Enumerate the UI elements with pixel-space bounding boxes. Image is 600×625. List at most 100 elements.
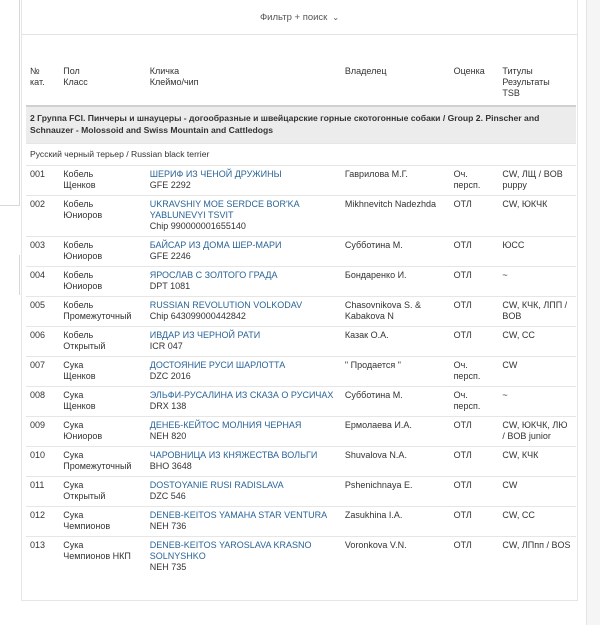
dog-name-link[interactable]: DOSTOYANIE RUSI RADISLAVA — [150, 480, 337, 491]
dog-name-link[interactable]: БАЙСАР ИЗ ДОМА ШЕР-МАРИ — [150, 240, 337, 251]
catalog-number: 009 — [30, 420, 46, 430]
titles-value: ~ — [502, 390, 508, 400]
cell-titles: CW, КЧК — [498, 446, 576, 477]
breed-title: Русский черный терьер / Russian black te… — [26, 143, 576, 166]
dog-name-link[interactable]: DENEB-KEITOS YAMAHA STAR VENTURA — [150, 510, 337, 521]
cell-grade: Оч. персп. — [449, 356, 499, 387]
table-row: 013 Сука Чемпионов НКП DENEB-KEITOS YAROSLA… — [26, 536, 576, 577]
dog-name-link[interactable]: ШЕРИФ ИЗ ЧЕНОЙ ДРУЖИНЫ — [150, 169, 337, 180]
cell-num: 009 — [26, 416, 60, 447]
cell-num: 011 — [26, 476, 60, 507]
cell-sex-class: Кобель Открытый — [59, 326, 146, 357]
dog-class: Юниоров — [63, 431, 103, 441]
catalog-number: 006 — [30, 330, 46, 340]
dog-class: Щенков — [63, 180, 96, 190]
dog-name-link[interactable]: ДЕНЕБ-КЕЙТОС МОЛНИЯ ЧЕРНАЯ — [150, 420, 337, 431]
cell-num: 007 — [26, 356, 60, 387]
dog-chip: Chip 643099000442842 — [149, 311, 246, 321]
dog-sex: Сука — [63, 450, 84, 460]
cell-sex-class: Кобель Юниоров — [59, 266, 146, 297]
filter-label: Фильтр + поиск — [259, 11, 328, 23]
cell-sex-class: Сука Чемпионов — [59, 506, 146, 537]
dog-sex: Кобель — [63, 240, 94, 250]
dog-name-link[interactable]: DENEB-KEITOS YAROSLAVA KRASNO SOLNYSHKO — [150, 540, 337, 562]
dog-sex: Кобель — [63, 270, 94, 280]
cell-name: ДЕНЕБ-КЕЙТОС МОЛНИЯ ЧЕРНАЯ NEH 820 — [145, 416, 341, 447]
cell-owner: Pshenichnaya E. — [340, 476, 450, 507]
dog-chip: Chip 990000001655140 — [149, 221, 246, 231]
table-header-row: № кат. Пол Класс Кличка Клеймо/чип Владелец… — [26, 64, 576, 107]
grade-value: ОТЛ — [453, 240, 472, 250]
owner-name: Ермолаева И.А. — [344, 420, 412, 430]
table-row: 010 Сука Промежуточный ЧАРОВНИЦА ИЗ КНЯЖЕСТ… — [26, 446, 576, 477]
catalog-number: 001 — [30, 169, 46, 179]
dog-sex: Сука — [63, 390, 84, 400]
cell-sex-class: Сука Щенков — [59, 356, 146, 387]
owner-name: Zasukhina I.A. — [344, 510, 403, 520]
catalog-number: 004 — [30, 270, 46, 280]
cell-name: UKRAVSHIY MOE SERDCE BOR'KA YABLUNEVYI T… — [145, 195, 341, 237]
cell-num: 013 — [26, 536, 60, 577]
dog-sex: Сука — [63, 510, 84, 520]
owner-name: Mikhnevitch Nadezhda — [344, 199, 436, 209]
cell-grade: ОТЛ — [449, 446, 499, 477]
cell-grade: ОТЛ — [449, 506, 499, 537]
cell-grade: ОТЛ — [449, 236, 499, 267]
cell-owner: Mikhnevitch Nadezhda — [340, 195, 450, 237]
dog-sex: Сука — [63, 480, 84, 490]
cell-num: 004 — [26, 266, 60, 297]
dog-name-link[interactable]: ЭЛЬФИ-РУСАЛИНА ИЗ СКАЗА О РУСИЧАХ — [150, 390, 337, 401]
dog-name-link[interactable]: ЧАРОВНИЦА ИЗ КНЯЖЕСТВА ВОЛЬГИ — [150, 450, 337, 461]
breed-row: Русский черный терьер / Russian black te… — [26, 143, 576, 166]
cell-num: 003 — [26, 236, 60, 267]
grade-value: Оч. персп. — [453, 169, 481, 190]
dog-name-link[interactable]: UKRAVSHIY MOE SERDCE BOR'KA YABLUNEVYI T… — [150, 199, 337, 221]
dog-name-link[interactable]: ИВДАР ИЗ ЧЕРНОЙ РАТИ — [150, 330, 337, 341]
cell-grade: ОТЛ — [449, 296, 499, 327]
table-row: 009 Сука Юниоров ДЕНЕБ-КЕЙТОС МОЛНИЯ ЧЕРНАЯ… — [26, 416, 576, 447]
titles-value: CW, ЛЩ / BOB puppy — [502, 169, 563, 190]
cell-owner: Chasovnikova S. & Kabakova N — [340, 296, 450, 327]
cell-sex-class: Сука Чемпионов НКП — [59, 536, 146, 577]
dog-class: Юниоров — [63, 251, 103, 261]
cell-name: DENEB-KEITOS YAMAHA STAR VENTURA NEH 736 — [145, 506, 341, 537]
table-row: 012 Сука Чемпионов DENEB-KEITOS YAMAHA STAR… — [26, 506, 576, 537]
dog-class: Открытый — [63, 341, 106, 351]
table-row: 008 Сука Щенков ЭЛЬФИ-РУСАЛИНА ИЗ СКАЗА О Р… — [26, 386, 576, 417]
cell-owner: Zasukhina I.A. — [340, 506, 450, 537]
catalog-number: 002 — [30, 199, 46, 209]
cell-titles: CW — [498, 356, 576, 387]
cell-owner: Ермолаева И.А. — [340, 416, 450, 447]
cell-sex-class: Сука Открытый — [59, 476, 146, 507]
dog-name-link[interactable]: RUSSIAN REVOLUTION VOLKODAV — [150, 300, 337, 311]
owner-name: Бондаренко И. — [344, 270, 407, 280]
table-row: 003 Кобель Юниоров БАЙСАР ИЗ ДОМА ШЕР-МАРИ G… — [26, 236, 576, 267]
filter-toggle[interactable]: Фильтр + поиск ⌄ — [22, 0, 577, 35]
cell-titles: CW, ЛЩ / BOB puppy — [498, 165, 576, 196]
titles-value: ЮСС — [502, 240, 525, 250]
cell-name: DENEB-KEITOS YAROSLAVA KRASNO SOLNYSHKO N… — [145, 536, 341, 577]
owner-name: Voronkova V.N. — [344, 540, 407, 550]
titles-value: CW — [502, 360, 518, 370]
dog-name-link[interactable]: ЯРОСЛАВ С ЗОЛТОГО ГРАДА — [150, 270, 337, 281]
owner-name: " Продается " — [344, 360, 401, 370]
table-row: 001 Кобель Щенков ШЕРИФ ИЗ ЧЕНОЙ ДРУЖИНЫ GFE… — [26, 165, 576, 196]
cell-titles: CW, CC — [498, 326, 576, 357]
chevron-down-icon: ⌄ — [332, 12, 340, 22]
catalog-number: 005 — [30, 300, 46, 310]
grade-value: ОТЛ — [453, 270, 472, 280]
cell-num: 005 — [26, 296, 60, 327]
dog-chip: DPT 1081 — [149, 281, 191, 291]
dog-name-link[interactable]: ДОСТОЯНИЕ РУСИ ШАРЛОТТА — [150, 360, 337, 371]
catalog-number: 012 — [30, 510, 46, 520]
table-row: 006 Кобель Открытый ИВДАР ИЗ ЧЕРНОЙ РАТИ ICR… — [26, 326, 576, 357]
owner-name: Pshenichnaya E. — [344, 480, 413, 490]
titles-value: CW, ЮКЧК — [502, 199, 548, 209]
owner-name: Гаврилова М.Г. — [344, 169, 408, 179]
cell-grade: ОТЛ — [449, 326, 499, 357]
header-sex-class: Пол Класс — [59, 64, 146, 107]
titles-value: CW — [502, 480, 518, 490]
cell-grade: ОТЛ — [449, 195, 499, 237]
dog-chip: GFE 2246 — [149, 251, 191, 261]
cell-owner: Shuvalova N.A. — [340, 446, 450, 477]
